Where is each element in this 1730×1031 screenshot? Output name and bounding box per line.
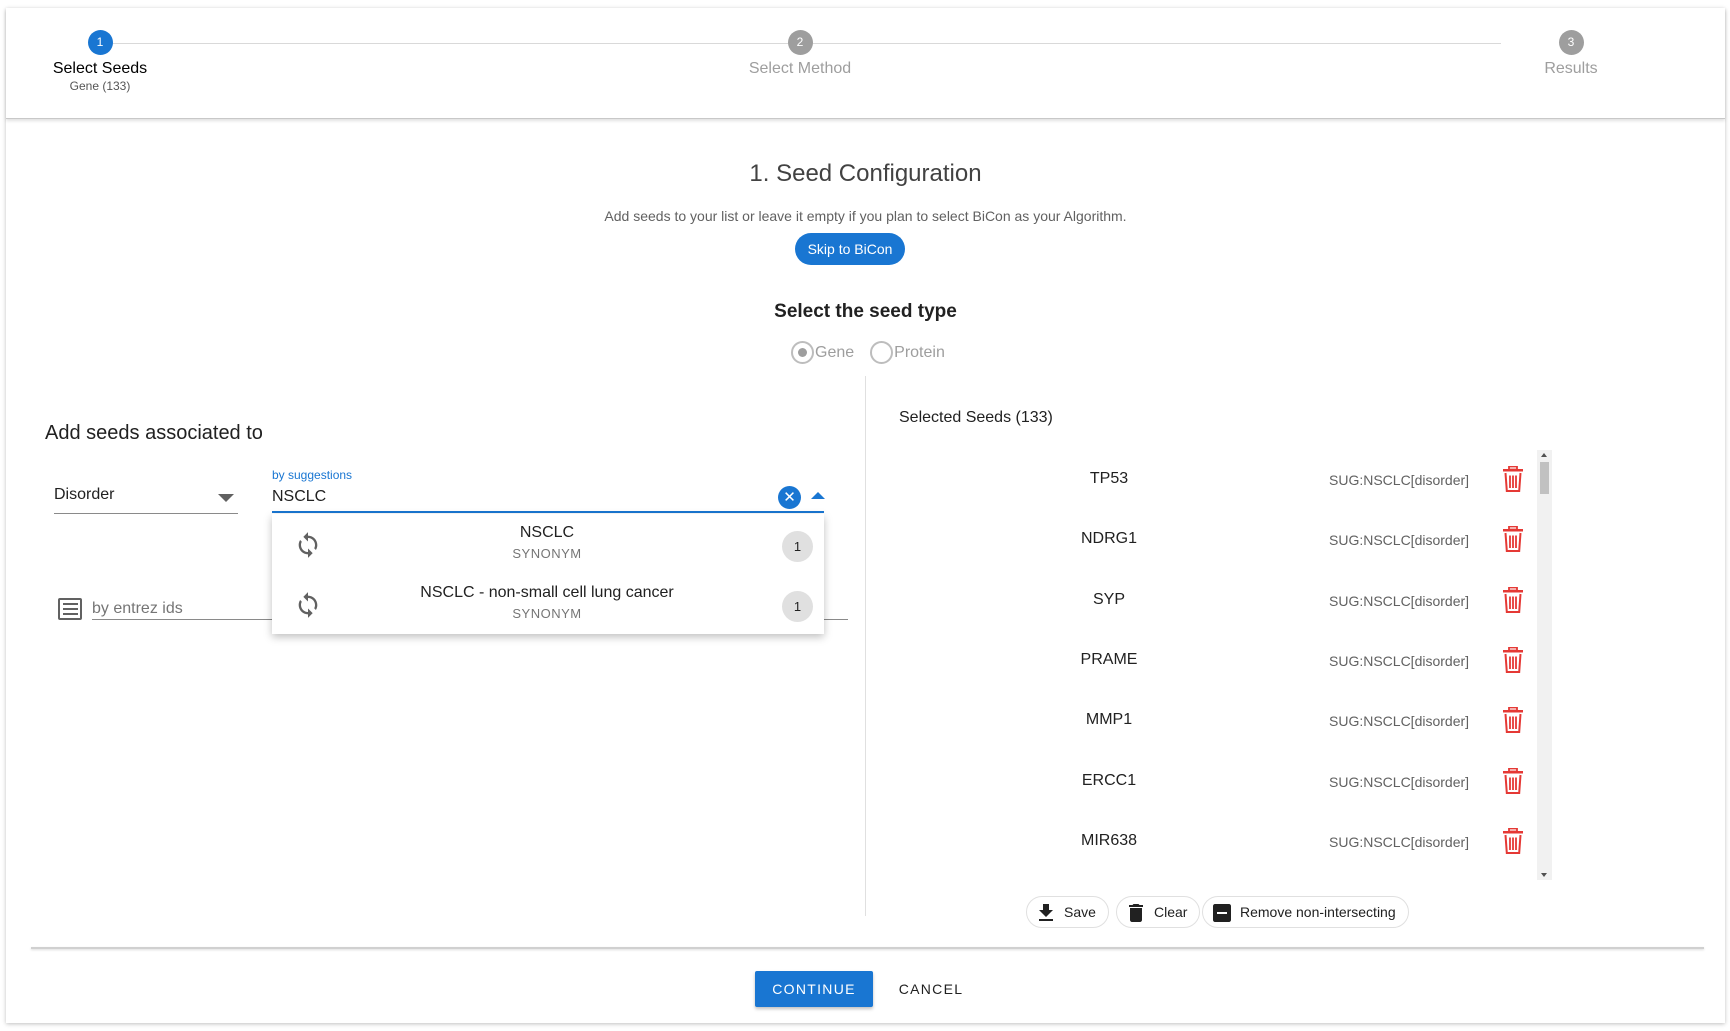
delete-seed-icon[interactable] (1502, 466, 1524, 492)
seed-name: TP53 (1089, 470, 1129, 487)
clear-label: Clear (1154, 904, 1188, 920)
skip-to-bicon-button[interactable]: Skip to BiCon (795, 233, 905, 265)
suggestion-option[interactable]: NSCLC SYNONYM 1 (272, 514, 824, 574)
seed-source: SUG:NSCLC[disorder] (1329, 532, 1470, 549)
delete-seed-icon[interactable] (1502, 767, 1524, 794)
delete-seed-icon[interactable] (1502, 827, 1524, 854)
page-subtitle: Add seeds to your list or leave it empty… (604, 208, 1127, 224)
suggestion-type: SYNONYM (512, 606, 582, 621)
suggestions-dropdown: NSCLC SYNONYM 1 NSCLC - non-small cell l… (272, 514, 824, 634)
seed-name: NDRG1 (1080, 530, 1137, 548)
refresh-icon (298, 532, 318, 558)
seed-row: MMP1 SUG:NSCLC[disorder] (899, 691, 1539, 751)
suggestion-name: NSCLC - non-small cell lung cancer (420, 584, 674, 601)
suggestions-input[interactable] (272, 482, 824, 513)
seed-source: SUG:NSCLC[disorder] (1329, 773, 1470, 790)
seed-source: SUG:NSCLC[disorder] (1329, 713, 1470, 730)
minus-box-icon (1213, 904, 1231, 922)
seed-name: SYP (1092, 590, 1125, 608)
suggestion-count-badge: 1 (782, 591, 813, 622)
seed-row: MIR638 SUG:NSCLC[disorder] (899, 812, 1539, 872)
scroll-down-icon[interactable] (1541, 873, 1547, 877)
suggestion-type: SYNONYM (512, 546, 582, 561)
selected-seeds-heading: Selected Seeds (133) (899, 409, 1053, 426)
gene-radio[interactable] (791, 341, 814, 364)
remove-non-intersecting-button[interactable]: Remove non-intersecting (1202, 896, 1409, 928)
footer-divider (31, 947, 1704, 949)
step-connector (111, 43, 791, 44)
clear-input-icon[interactable]: ✕ (778, 486, 801, 509)
step-results[interactable]: 3 Results (1471, 30, 1671, 78)
association-type-value: Disorder (54, 486, 115, 503)
seed-row: NDRG1 SUG:NSCLC[disorder] (899, 510, 1539, 570)
suggestion-name: NSCLC (519, 524, 575, 541)
panel-divider (865, 376, 866, 916)
seed-type-heading: Select the seed type (774, 301, 957, 322)
step-title: Results (1544, 60, 1598, 77)
scroll-thumb[interactable] (1540, 462, 1549, 494)
seed-name: PRAME (1080, 650, 1138, 668)
list-icon[interactable] (58, 598, 82, 620)
collapse-arrow-icon[interactable] (811, 492, 825, 499)
seed-row: PRAME SUG:NSCLC[disorder] (899, 631, 1539, 691)
seed-name: MMP1 (1085, 711, 1133, 729)
step-number: 3 (1558, 30, 1584, 55)
seed-row: ERCC1 SUG:NSCLC[disorder] (899, 752, 1539, 812)
seed-name: ERCC1 (1081, 771, 1137, 789)
remove-non-intersecting-label: Remove non-intersecting (1240, 904, 1396, 920)
step-subtitle: Gene (133) (69, 79, 131, 93)
seed-source: SUG:NSCLC[disorder] (1329, 592, 1470, 609)
protein-radio-label[interactable]: Protein (894, 344, 945, 362)
seed-row: TP53 SUG:NSCLC[disorder] (899, 450, 1539, 510)
delete-seed-icon[interactable] (1502, 586, 1524, 613)
gene-radio-label[interactable]: Gene (815, 344, 854, 362)
suggestion-option[interactable]: NSCLC - non-small cell lung cancer SYNON… (272, 574, 824, 634)
delete-seed-icon[interactable] (1502, 526, 1524, 553)
seed-type-radio-group: Gene Protein (791, 341, 961, 364)
step-select-seeds[interactable]: 1 Select Seeds Gene (133) (0, 30, 200, 93)
seed-source: SUG:NSCLC[disorder] (1329, 833, 1470, 850)
step-number: 1 (87, 30, 113, 55)
seed-name: MIR638 (1080, 831, 1138, 849)
dropdown-arrow-icon (218, 494, 234, 502)
page-title: 1. Seed Configuration (749, 160, 982, 187)
refresh-icon (298, 592, 318, 618)
step-number: 2 (787, 30, 813, 55)
step-select-method[interactable]: 2 Select Method (700, 30, 900, 78)
download-icon (1039, 904, 1053, 921)
continue-button[interactable]: CONTINUE (755, 971, 873, 1007)
delete-seed-icon[interactable] (1502, 707, 1524, 734)
step-connector (811, 43, 1501, 44)
stepper: 1 Select Seeds Gene (133) 2 Select Metho… (6, 8, 1725, 119)
suggestion-count-badge: 1 (782, 531, 813, 562)
trash-icon (1129, 904, 1143, 922)
association-type-select[interactable]: Disorder (54, 478, 238, 514)
suggestions-label: by suggestions (272, 468, 353, 482)
seed-row: SYP SUG:NSCLC[disorder] (899, 571, 1539, 631)
step-title: Select Method (748, 60, 852, 77)
seed-list-scrollbar[interactable] (1537, 450, 1552, 880)
save-button[interactable]: Save (1026, 896, 1109, 928)
seed-config-card: 1 Select Seeds Gene (133) 2 Select Metho… (6, 8, 1725, 1023)
protein-radio[interactable] (870, 341, 894, 364)
save-label: Save (1064, 904, 1096, 920)
step-title: Select Seeds (52, 60, 148, 77)
add-seeds-heading: Add seeds associated to (45, 422, 263, 444)
seed-source: SUG:NSCLC[disorder] (1329, 472, 1470, 488)
seed-source: SUG:NSCLC[disorder] (1329, 652, 1470, 669)
scroll-up-icon[interactable] (1541, 453, 1547, 457)
selected-seeds-list: TP53 SUG:NSCLC[disorder] NDRG1 SUG:NSCLC[di… (899, 450, 1554, 880)
delete-seed-icon[interactable] (1502, 646, 1524, 673)
cancel-button[interactable]: CANCEL (886, 971, 976, 1007)
clear-button[interactable]: Clear (1116, 896, 1201, 928)
